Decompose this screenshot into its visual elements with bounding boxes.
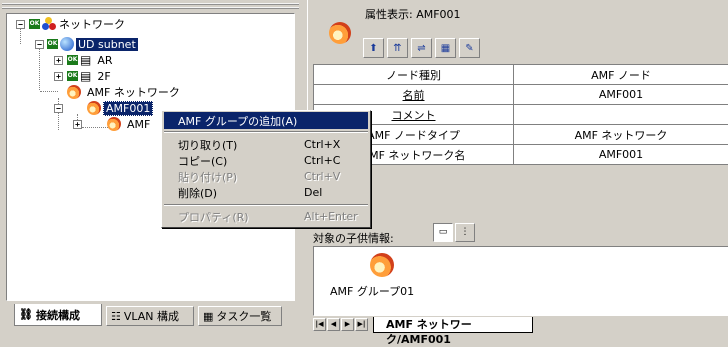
expand-toggle[interactable]: + bbox=[73, 120, 82, 129]
ok-badge-icon: OK bbox=[67, 55, 78, 65]
switch-icon: ▤ bbox=[80, 53, 91, 67]
globe-icon bbox=[60, 37, 74, 51]
large-icon-view-button[interactable]: ▭ bbox=[433, 223, 453, 242]
menu-shortcut: Del bbox=[304, 186, 322, 199]
context-menu: AMF グループの追加(A) 切り取り(T) Ctrl+X コピー(C) Ctr… bbox=[161, 110, 371, 228]
vlan-icon: ☷ bbox=[111, 310, 121, 323]
menu-item-properties[interactable]: プロパティ(R) Alt+Enter bbox=[164, 208, 368, 225]
connection-icon: ⛓ bbox=[19, 308, 33, 321]
collapse-toggle[interactable]: − bbox=[54, 104, 63, 113]
prop-value: AMF ノード bbox=[514, 65, 728, 85]
menu-item-label: プロパティ(R) bbox=[178, 209, 249, 225]
amf-flame-icon bbox=[87, 101, 101, 115]
panel-grip[interactable] bbox=[2, 7, 301, 9]
menu-item-label: AMF グループの追加(A) bbox=[178, 113, 297, 129]
list-view-button[interactable]: ⋮ bbox=[455, 223, 475, 242]
edit-button[interactable]: ✎ bbox=[459, 38, 480, 58]
tree-node-label: AMF bbox=[127, 118, 150, 131]
network-icon bbox=[42, 17, 56, 31]
tab-connection[interactable]: ⛓ 接続構成 bbox=[14, 304, 102, 326]
menu-item-cut[interactable]: 切り取り(T) Ctrl+X bbox=[164, 136, 368, 153]
prop-value: AMF001 bbox=[514, 145, 728, 165]
menu-item-delete[interactable]: 削除(D) Del bbox=[164, 184, 368, 201]
sheet-tab-active[interactable]: AMF ネットワーク/AMF001 bbox=[373, 317, 533, 333]
children-view[interactable]: AMF グループ01 bbox=[313, 246, 728, 316]
tree-node-subnet[interactable]: OK UD subnet bbox=[47, 36, 138, 52]
ok-badge-icon: OK bbox=[29, 19, 40, 29]
next-tab-button[interactable]: ▶ bbox=[341, 318, 354, 331]
menu-separator bbox=[164, 204, 368, 206]
table-row[interactable]: 名前AMF001 bbox=[314, 85, 728, 105]
tab-label: VLAN 構成 bbox=[124, 308, 179, 324]
tree-node-label: AMF001 bbox=[103, 101, 153, 116]
tree-node-label: ネットワーク bbox=[59, 16, 125, 32]
amf-group-icon[interactable] bbox=[370, 253, 394, 277]
tree-node-amf-child[interactable]: AMF bbox=[107, 116, 150, 132]
tree-node-amf001[interactable]: AMF001 bbox=[87, 100, 153, 116]
tree-line bbox=[39, 48, 40, 90]
task-icon: ▦ bbox=[203, 310, 213, 323]
tree-node-ar[interactable]: OK ▤ AR bbox=[67, 52, 113, 68]
menu-item-add-amf-group[interactable]: AMF グループの追加(A) bbox=[164, 112, 368, 129]
menu-item-paste[interactable]: 貼り付け(P) Ctrl+V bbox=[164, 168, 368, 185]
tree-line bbox=[40, 91, 58, 92]
grid-button[interactable]: ▦ bbox=[435, 38, 456, 58]
menu-item-label: 削除(D) bbox=[178, 185, 217, 201]
last-tab-button[interactable]: ▶| bbox=[355, 318, 368, 331]
tree-node-label: UD subnet bbox=[76, 38, 138, 51]
amf-large-icon bbox=[329, 22, 351, 44]
menu-item-label: 貼り付け(P) bbox=[178, 169, 237, 185]
tree-line bbox=[58, 98, 59, 130]
panel-grip[interactable] bbox=[2, 3, 301, 5]
menu-item-label: 切り取り(T) bbox=[178, 137, 237, 153]
move-up-button[interactable]: ⬆ bbox=[363, 38, 384, 58]
amf-flame-icon bbox=[67, 85, 81, 99]
prev-tab-button[interactable]: ◀ bbox=[327, 318, 340, 331]
ok-badge-icon: OK bbox=[67, 71, 78, 81]
tab-label: 接続構成 bbox=[36, 307, 80, 323]
sheet-tab-strip: |◀ ◀ ▶ ▶| AMF ネットワーク/AMF001 bbox=[313, 317, 728, 333]
prop-key: ノード種別 bbox=[314, 65, 514, 85]
tree-line bbox=[20, 28, 21, 44]
expand-toggle[interactable]: + bbox=[54, 56, 63, 65]
props-title: 属性表示: AMF001 bbox=[365, 6, 461, 22]
connect-button[interactable]: ⇌ bbox=[411, 38, 432, 58]
switch-icon: ▤ bbox=[80, 69, 91, 83]
table-row[interactable]: ノード種別AMF ノード bbox=[314, 65, 728, 85]
tree-node-label: AR bbox=[97, 54, 112, 67]
prop-value: AMF001 bbox=[514, 85, 728, 105]
menu-item-copy[interactable]: コピー(C) Ctrl+C bbox=[164, 152, 368, 169]
table-row[interactable]: AMF ノードタイプAMF ネットワーク bbox=[314, 125, 728, 145]
table-row[interactable]: コメント bbox=[314, 105, 728, 125]
menu-separator bbox=[164, 131, 368, 133]
ok-badge-icon: OK bbox=[47, 39, 58, 49]
tab-vlan[interactable]: ☷ VLAN 構成 bbox=[106, 306, 194, 326]
amf-flame-icon bbox=[107, 117, 121, 131]
tab-task-list[interactable]: ▦ タスク一覧 bbox=[198, 306, 282, 326]
menu-shortcut: Ctrl+C bbox=[304, 154, 340, 167]
collapse-toggle[interactable]: − bbox=[35, 40, 44, 49]
expand-toggle[interactable]: + bbox=[54, 72, 63, 81]
child-item-label[interactable]: AMF グループ01 bbox=[330, 283, 414, 299]
children-label: 対象の子供情報: bbox=[313, 230, 394, 246]
prop-key: 名前 bbox=[314, 85, 514, 105]
properties-table: ノード種別AMF ノード 名前AMF001 コメント AMF ノードタイプAMF… bbox=[313, 64, 728, 165]
first-tab-button[interactable]: |◀ bbox=[313, 318, 326, 331]
tab-label: タスク一覧 bbox=[216, 308, 271, 324]
menu-item-label: コピー(C) bbox=[178, 153, 227, 169]
tree-node-label: 2F bbox=[97, 70, 110, 83]
collapse-toggle[interactable]: − bbox=[16, 20, 25, 29]
menu-shortcut: Alt+Enter bbox=[304, 210, 358, 223]
prop-value bbox=[514, 105, 728, 125]
tree-node-network[interactable]: OK ネットワーク bbox=[29, 16, 125, 32]
prop-value: AMF ネットワーク bbox=[514, 125, 728, 145]
menu-shortcut: Ctrl+V bbox=[304, 170, 340, 183]
table-row[interactable]: AMF ネットワーク名AMF001 bbox=[314, 145, 728, 165]
move-top-button[interactable]: ⇈ bbox=[387, 38, 408, 58]
tree-node-label: AMF ネットワーク bbox=[87, 84, 180, 100]
tree-node-2f[interactable]: OK ▤ 2F bbox=[67, 68, 111, 84]
menu-shortcut: Ctrl+X bbox=[304, 138, 340, 151]
tree-node-amf-network[interactable]: AMF ネットワーク bbox=[67, 84, 180, 100]
